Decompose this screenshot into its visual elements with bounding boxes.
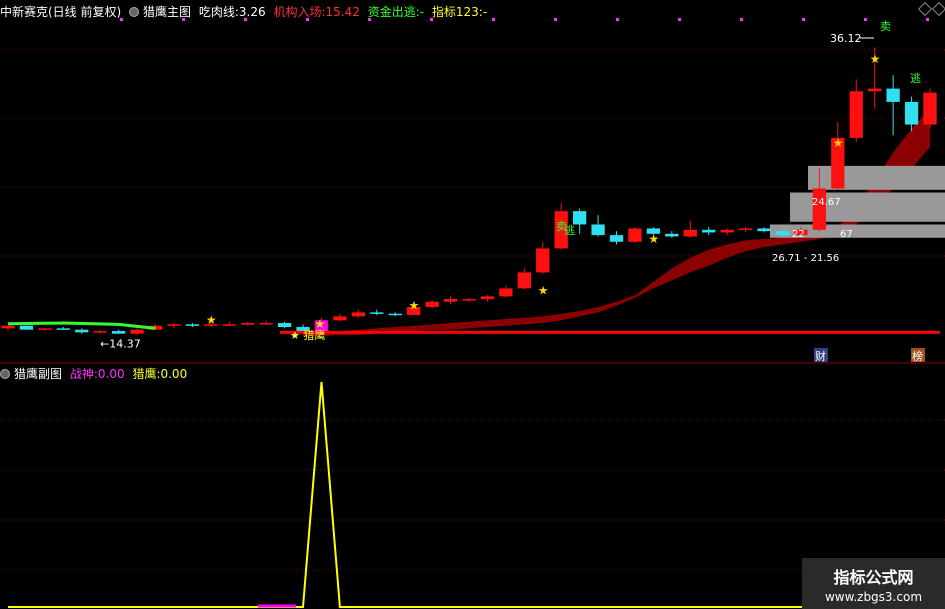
marker-dot <box>802 18 805 21</box>
candle-body <box>886 88 900 102</box>
candle-body <box>443 299 458 302</box>
candle-body <box>757 228 771 232</box>
candle-body <box>425 301 439 308</box>
marker-dot <box>740 18 743 21</box>
watermark-url: www.zbgs3.com <box>824 590 923 604</box>
star-marker: ★ <box>206 313 217 327</box>
star-marker: ★ <box>314 317 325 331</box>
star-marker: ★ <box>870 52 881 66</box>
rank-tag: 榜 <box>912 349 923 363</box>
star-marker: ★ <box>538 284 549 298</box>
candle-body <box>241 323 255 325</box>
candle-body <box>259 323 273 325</box>
grid-lines <box>0 18 945 571</box>
overlay: ★ 猎鹰←14.3736.1224.6722 6726.71 - 21.56卖逃逃… <box>7 20 940 363</box>
candle-body <box>775 231 790 236</box>
marker-dot <box>244 18 247 21</box>
range-a-label: 24.67 <box>812 197 841 208</box>
escape-tag-1: 逃 <box>564 224 575 237</box>
candle-body <box>683 229 697 237</box>
sub-series-line <box>8 381 930 608</box>
sell-tag-2: 卖 <box>880 20 891 33</box>
watermark: 指标公式网 www.zbgs3.com <box>802 558 945 609</box>
chart-canvas: ★ 猎鹰←14.3736.1224.6722 6726.71 - 21.56卖逃逃… <box>0 18 945 608</box>
candle-body <box>609 235 624 242</box>
marker-dot <box>678 18 681 21</box>
candle-body <box>536 248 550 273</box>
candle-body <box>738 228 753 230</box>
range-boxes <box>770 165 945 238</box>
candle-body <box>370 312 384 314</box>
marker-dot <box>120 18 123 21</box>
candle-body <box>573 211 587 225</box>
candle-body <box>702 229 716 233</box>
candle-body <box>75 329 89 333</box>
marker-dot <box>430 18 433 21</box>
candle-body <box>812 188 826 230</box>
marker-dot <box>864 18 867 21</box>
range-c-label: 26.71 - 21.56 <box>772 253 839 264</box>
high-price-label: 36.12 <box>830 32 862 45</box>
candle-body <box>388 313 402 316</box>
range-b-label: 22 <box>792 229 805 240</box>
candle-body <box>517 272 531 289</box>
star-marker: ★ <box>648 232 659 246</box>
candle-body <box>351 312 365 317</box>
marker-dot <box>554 18 557 21</box>
watermark-title: 指标公式网 <box>833 568 914 587</box>
candle-body <box>56 328 70 330</box>
candle-body <box>222 324 236 326</box>
marker-dot <box>182 18 185 21</box>
candle-body <box>1 325 15 329</box>
candle-body <box>112 331 126 334</box>
candle-body <box>868 88 882 92</box>
star-marker: ★ <box>833 136 844 150</box>
candle-body <box>333 316 347 321</box>
candle-body <box>130 329 144 334</box>
candle-body <box>167 324 181 326</box>
marker-dot <box>368 18 371 21</box>
range-box <box>808 165 945 190</box>
candle-body <box>93 331 107 333</box>
candle-body <box>185 324 200 326</box>
candle-body <box>19 325 34 330</box>
candle-body <box>665 233 679 237</box>
fin-tag: 财 <box>815 349 826 363</box>
low-price-label: ←14.37 <box>100 338 141 351</box>
marker-dot <box>306 18 309 21</box>
sub-chart <box>8 381 930 608</box>
range-d-label: 67 <box>840 229 853 240</box>
candle-body <box>720 229 734 233</box>
candles <box>1 47 937 336</box>
candle-body <box>628 228 642 242</box>
candle-body <box>849 91 863 138</box>
escape-tag-2: 逃 <box>910 72 921 85</box>
candle-body <box>277 323 292 328</box>
candle-body <box>591 224 605 236</box>
marker-dot <box>926 18 929 21</box>
candle-body <box>923 92 937 125</box>
marker-dot <box>616 18 619 21</box>
candle-body <box>462 299 476 301</box>
candle-body <box>480 296 495 300</box>
star-marker: ★ <box>409 298 420 312</box>
candle-body <box>904 101 919 125</box>
marker-dot <box>492 18 495 21</box>
candle-body <box>499 288 513 297</box>
candle-body <box>38 328 52 330</box>
